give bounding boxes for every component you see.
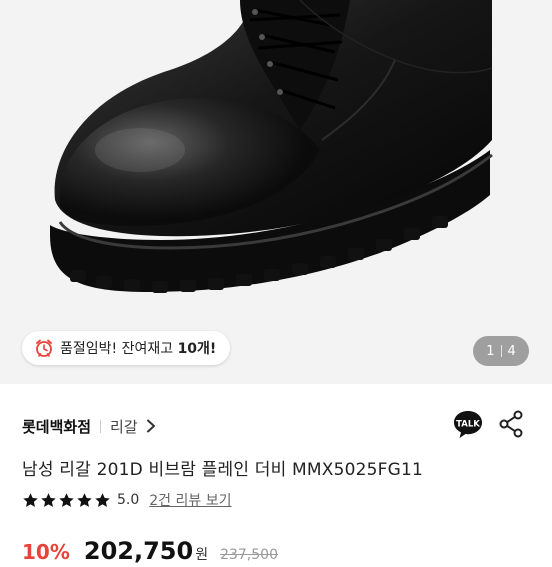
star-icon [41,492,56,507]
star-rating [22,492,111,509]
shoe-photo [0,0,552,384]
product-image-carousel[interactable]: 품절임박! 잔여재고 10개! 1 4 [0,0,552,384]
low-stock-notice: 품절임박! 잔여재고 10개! [22,331,231,365]
sale-price: 202,750 [83,537,194,565]
price-row: 10% 202,750 원 237,500 [22,537,278,567]
rating-row: 5.0 2건 리뷰 보기 [22,489,231,511]
svg-text:TALK: TALK [456,420,480,430]
star-icon [59,492,74,507]
share-icon[interactable] [498,410,524,438]
store-name-link[interactable]: 롯데백화점 [22,416,91,437]
star-icon [95,492,110,507]
alarm-clock-icon [36,339,52,357]
discount-rate: 10% [22,540,70,564]
current-image-index: 1 [486,343,495,359]
original-price: 237,500 [220,547,278,563]
view-reviews-link[interactable]: 2건 리뷰 보기 [149,490,231,510]
counter-divider [500,345,502,357]
store-divider [100,419,102,433]
stock-count: 10개! [177,341,217,357]
product-title: 남성 리갈 201D 비브람 플레인 더비 MMX5025FG11 [22,460,424,480]
price-unit: 원 [195,547,209,563]
talk-chat-icon[interactable]: TALK [452,408,484,440]
star-icon [23,492,38,507]
rating-score: 5.0 [117,492,140,508]
total-image-count: 4 [507,343,516,359]
chevron-right-icon[interactable] [146,419,156,433]
star-icon [77,492,92,507]
image-page-counter: 1 4 [473,336,529,366]
brand-name-link[interactable]: 리갈 [110,416,138,437]
stock-notice-text: 품절임박! 잔여재고 [60,341,178,357]
